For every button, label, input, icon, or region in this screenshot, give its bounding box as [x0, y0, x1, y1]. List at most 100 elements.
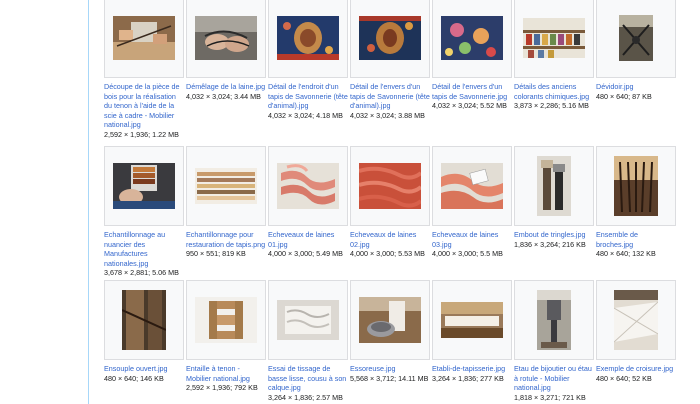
gallery-item: Détail de l'endroit d'un tapis de Savonn…: [268, 0, 348, 120]
gallery-item: Embout de tringles.jpg 1,836 × 3,264; 21…: [514, 146, 594, 249]
file-meta: 3,873 × 2,286; 5.16 MB: [514, 101, 589, 111]
file-link[interactable]: Echantillonnage au nuancier des Manufact…: [104, 230, 184, 268]
file-link[interactable]: Etau de bijoutier ou étau à rotule - Mob…: [514, 364, 594, 393]
photo-tenon-joint-icon[interactable]: [195, 297, 257, 343]
photo-beam-icon[interactable]: [122, 290, 166, 350]
file-link[interactable]: Echantillonnage pour restauration de tap…: [186, 230, 266, 249]
photo-color-chart-icon[interactable]: [113, 163, 175, 209]
thumbnail-frame[interactable]: [268, 0, 348, 78]
gallery-item: Détails des anciens colorants chimiques.…: [514, 0, 594, 111]
file-meta: 3,678 × 2,881; 5.06 MB: [104, 268, 179, 278]
file-meta: 4,032 × 3,024; 4.18 MB: [268, 110, 343, 120]
file-link[interactable]: Echeveaux de laines 03.jpg: [432, 230, 512, 249]
gallery-item: Exemple de croisure.jpg 480 × 640; 52 KB: [596, 280, 676, 383]
file-link[interactable]: Exemple de croisure.jpg: [596, 364, 676, 374]
thumbnail-frame[interactable]: [104, 0, 184, 78]
file-link[interactable]: Etabli-de-tapisserie.jpg: [432, 364, 512, 374]
thumbnail-frame[interactable]: [596, 280, 676, 360]
photo-rod-ends-icon[interactable]: [537, 156, 571, 216]
gallery-item: Démêlage de la laine.jpg 4,032 × 3,024; …: [186, 0, 266, 101]
photo-skeins-pink-icon[interactable]: [277, 163, 339, 209]
file-meta: 1,836 × 3,264; 216 KB: [514, 239, 586, 249]
photo-cross-warp-icon[interactable]: [614, 290, 658, 350]
photo-carpet-floral-icon[interactable]: [441, 16, 503, 60]
file-link[interactable]: Essai de tissage de basse lisse, cousu à…: [268, 364, 348, 393]
gallery-item: Détail de l'envers d'un tapis de Savonne…: [350, 0, 430, 120]
thumbnail-frame[interactable]: [104, 146, 184, 226]
file-link[interactable]: Entaille à tenon - Mobilier national.jpg: [186, 364, 266, 383]
photo-workbench-icon[interactable]: [441, 302, 503, 338]
gallery-item: Echantillonnage au nuancier des Manufact…: [104, 146, 184, 278]
photo-weaving-test-icon[interactable]: [277, 300, 339, 340]
file-link[interactable]: Echeveaux de laines 01.jpg: [268, 230, 348, 249]
gallery-item: Etau de bijoutier ou étau à rotule - Mob…: [514, 280, 594, 402]
file-link[interactable]: Détail de l'endroit d'un tapis de Savonn…: [268, 82, 348, 111]
file-meta: 480 × 640; 87 KB: [596, 91, 652, 101]
file-link[interactable]: Détail de l'envers d'un tapis de Savonne…: [350, 82, 430, 111]
file-meta: 4,032 × 3,024; 3.88 MB: [350, 110, 425, 120]
thumbnail-frame[interactable]: [596, 146, 676, 226]
file-meta: 4,032 × 3,024; 3.44 MB: [186, 91, 261, 101]
photo-carpet-front-icon[interactable]: [277, 16, 339, 60]
file-meta: 4,000 × 3,000; 5.53 MB: [350, 249, 425, 259]
file-meta: 4,032 × 3,024; 5.52 MB: [432, 101, 507, 111]
thumbnail-frame[interactable]: [186, 146, 266, 226]
photo-vise-icon[interactable]: [537, 290, 571, 350]
thumbnail-frame[interactable]: [268, 146, 348, 226]
gallery-item: Echeveaux de laines 02.jpg 4,000 × 3,000…: [350, 146, 430, 259]
file-link[interactable]: Détails des anciens colorants chimiques.…: [514, 82, 594, 101]
gallery-item: Détail de l'envers d'un tapis de Savonne…: [432, 0, 512, 111]
gallery-item: Echeveaux de laines 03.jpg 4,000 × 3,000…: [432, 146, 512, 259]
photo-wool-untangling-icon[interactable]: [195, 16, 257, 60]
gallery-item: Découpe de la pièce de bois pour la réal…: [104, 0, 184, 140]
photo-yarn-samples-icon[interactable]: [195, 168, 257, 204]
thumbnail-frame[interactable]: [596, 0, 676, 78]
thumbnail-frame[interactable]: [432, 0, 512, 78]
file-link[interactable]: Ensemble de broches.jpg: [596, 230, 676, 249]
gallery-item: Ensemble de broches.jpg 480 × 640; 132 K…: [596, 146, 676, 259]
gallery-item: Essoreuse.jpg 5,568 × 3,712; 14.11 MB: [350, 280, 430, 383]
file-link[interactable]: Détail de l'envers d'un tapis de Savonne…: [432, 82, 512, 101]
thumbnail-frame[interactable]: [186, 280, 266, 360]
file-link[interactable]: Echeveaux de laines 02.jpg: [350, 230, 430, 249]
file-link[interactable]: Ensouple ouvert.jpg: [104, 364, 184, 374]
thumbnail-frame[interactable]: [104, 280, 184, 360]
file-meta: 2,592 × 1,936; 792 KB: [186, 383, 258, 393]
photo-dye-jars-icon[interactable]: [523, 18, 585, 58]
file-link[interactable]: Dévidoir.jpg: [596, 82, 676, 92]
file-link[interactable]: Découpe de la pièce de bois pour la réal…: [104, 82, 184, 130]
thumbnail-frame[interactable]: [514, 146, 594, 226]
photo-spindles-icon[interactable]: [614, 156, 658, 216]
file-meta: 950 × 551; 819 KB: [186, 249, 246, 259]
media-gallery: Découpe de la pièce de bois pour la réal…: [104, 0, 700, 404]
thumbnail-frame[interactable]: [186, 0, 266, 78]
file-meta: 480 × 640; 132 KB: [596, 249, 656, 259]
thumbnail-frame[interactable]: [350, 280, 430, 360]
file-link[interactable]: Essoreuse.jpg: [350, 364, 430, 374]
photo-carpet-back-icon[interactable]: [359, 16, 421, 60]
file-meta: 4,000 × 3,000; 5.49 MB: [268, 249, 343, 259]
file-link[interactable]: Embout de tringles.jpg: [514, 230, 594, 240]
file-link[interactable]: Démêlage de la laine.jpg: [186, 82, 266, 92]
left-sidebar: [0, 0, 89, 404]
thumbnail-frame[interactable]: [514, 280, 594, 360]
file-meta: 1,818 × 3,271; 721 KB: [514, 392, 586, 402]
photo-reel-icon[interactable]: [619, 15, 653, 61]
thumbnail-frame[interactable]: [432, 280, 512, 360]
gallery-item: Ensouple ouvert.jpg 480 × 640; 146 KB: [104, 280, 184, 383]
file-meta: 3,264 × 1,836; 277 KB: [432, 373, 504, 383]
thumbnail-frame[interactable]: [514, 0, 594, 78]
file-meta: 2,592 × 1,936; 1.22 MB: [104, 129, 179, 139]
file-meta: 480 × 640; 52 KB: [596, 373, 652, 383]
gallery-item: Dévidoir.jpg 480 × 640; 87 KB: [596, 0, 676, 101]
thumbnail-frame[interactable]: [350, 146, 430, 226]
thumbnail-frame[interactable]: [432, 146, 512, 226]
thumbnail-frame[interactable]: [268, 280, 348, 360]
photo-carpentry-saw-icon[interactable]: [113, 16, 175, 60]
gallery-item: Etabli-de-tapisserie.jpg 3,264 × 1,836; …: [432, 280, 512, 383]
photo-skeins-red-icon[interactable]: [359, 163, 421, 209]
photo-skeins-tag-icon[interactable]: [441, 163, 503, 209]
file-meta: 480 × 640; 146 KB: [104, 373, 164, 383]
thumbnail-frame[interactable]: [350, 0, 430, 78]
photo-spin-dryer-icon[interactable]: [359, 297, 421, 343]
